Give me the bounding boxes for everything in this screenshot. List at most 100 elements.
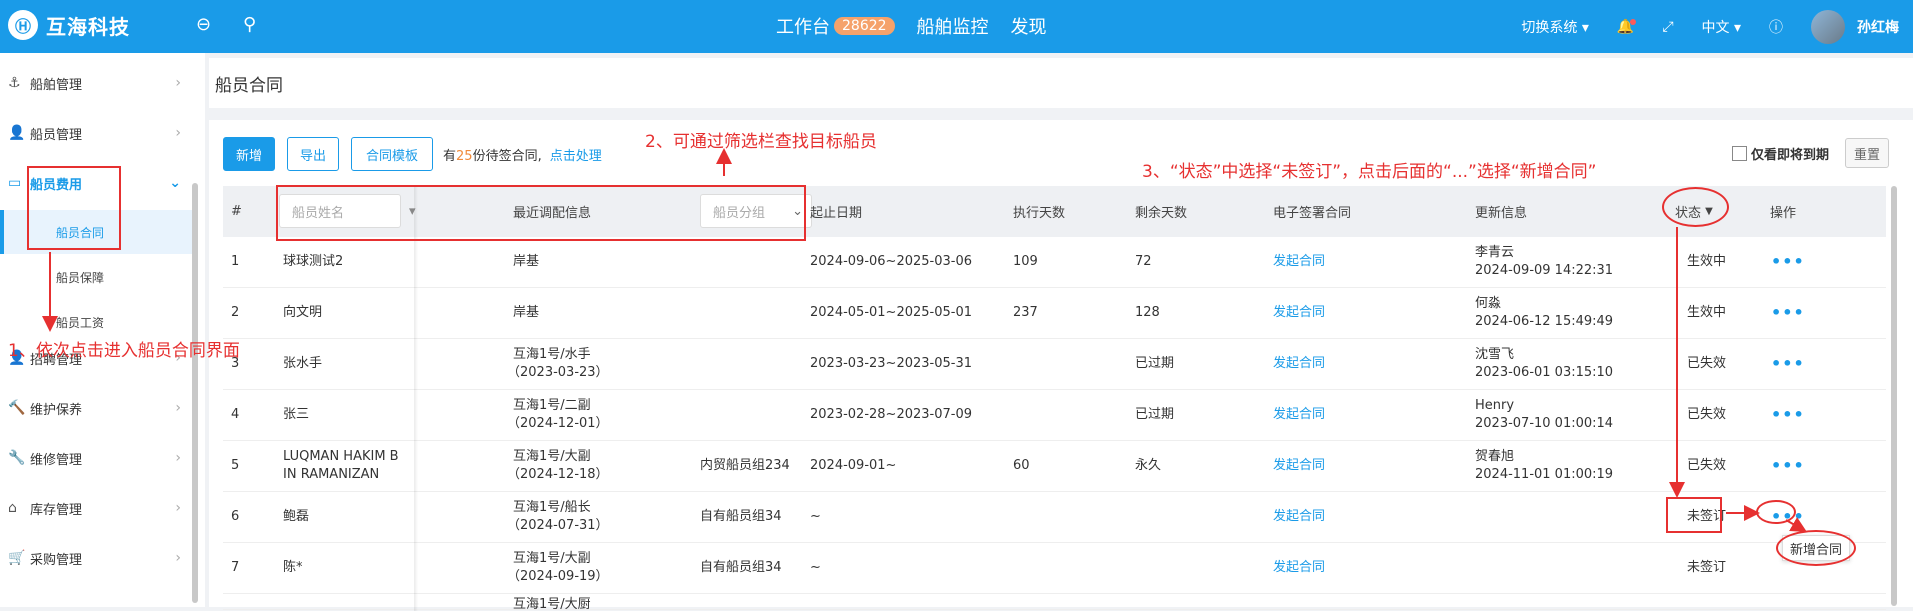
crew-name: 张三: [283, 390, 309, 440]
crew-name-line1: LUQMAN HAKIM B: [283, 449, 399, 465]
contract-period-line1: 2023-02-28~2023-07-09: [810, 407, 972, 423]
logo[interactable]: Ⓗ 互海科技: [8, 10, 130, 40]
sidebar-sub-crew-protection[interactable]: 船员保障: [0, 255, 193, 299]
initiate-contract-link[interactable]: 发起合同: [1273, 288, 1325, 338]
sidebar-item-inventory[interactable]: ⌂ 库存管理 ›: [0, 493, 193, 523]
col-remain-days: 剩余天数: [1135, 206, 1188, 221]
more-actions-icon[interactable]: •••: [1771, 288, 1805, 338]
initiate-contract-link[interactable]: 发起合同: [1273, 390, 1325, 440]
crew-group: 内贸船员组234: [700, 441, 790, 491]
export-button[interactable]: 导出: [287, 137, 339, 171]
pending-count: 25: [456, 149, 473, 164]
crew-name: 鲍磊: [283, 492, 309, 542]
update-info: Henry 2023-07-10 01:00:14: [1475, 390, 1613, 440]
status-text-line1: 未签订: [1687, 560, 1727, 576]
assignment-info-line2: （2024-12-01）: [507, 416, 609, 431]
table-row: 7 陈* 互海1号/大副 （2024-09-19） 自有船员组34 ~ 发起合同 未签订: [223, 543, 1886, 594]
crew-name-line1: 鲍磊: [283, 509, 310, 525]
remain-days: 128: [1135, 288, 1160, 338]
assignment-info-line1: 岸基: [513, 254, 540, 270]
sidebar-item-ship[interactable]: ⚓ 船舶管理 ›: [0, 68, 193, 98]
reset-button[interactable]: 重置: [1845, 138, 1889, 168]
sidebar-item-crew[interactable]: 👤 船员管理 ›: [0, 118, 193, 148]
table-scrollbar[interactable]: [1891, 186, 1897, 606]
bell-icon[interactable]: 🔔: [1617, 18, 1637, 35]
assignment-info-line1: 互海1号/船长: [513, 500, 591, 516]
update-info: 贺春旭 2024-11-01 01:00:19: [1475, 441, 1613, 491]
chevron-right-icon: ›: [175, 125, 181, 141]
sidebar-item-purchase[interactable]: 🛒 采购管理 ›: [0, 543, 193, 573]
table-row: 5 LUQMAN HAKIM B IN RAMANIZAN 互海1号/大副 （2024-…: [223, 441, 1886, 492]
chevron-right-icon: ›: [175, 75, 181, 91]
assignment-info: 互海1号/大副 （2024-12-18）: [507, 441, 609, 491]
sidebar-item-repair[interactable]: 🔧 维修管理 ›: [0, 443, 193, 473]
initiate-contract-link[interactable]: 发起合同: [1273, 543, 1325, 593]
fullscreen-icon[interactable]: ⤢: [1662, 19, 1673, 35]
more-actions-icon-line1: •••: [1771, 456, 1805, 476]
update-info-line2: 2024-09-09 14:22:31: [1475, 263, 1614, 278]
workbench-badge: 28622: [834, 17, 895, 35]
assignment-info-line1: 互海1号/大副: [513, 551, 591, 567]
help-icon[interactable]: ⓘ: [1769, 17, 1783, 37]
initiate-contract-link[interactable]: 发起合同: [1273, 237, 1325, 287]
assignment-info-line2: （2024-12-18）: [507, 467, 609, 482]
row-index-line1: 5: [231, 458, 240, 474]
assignment-info-line2: （2024-07-31）: [507, 518, 609, 533]
contract-template-button[interactable]: 合同模板: [351, 137, 433, 171]
more-actions-icon[interactable]: •••: [1771, 441, 1805, 491]
nav-discover[interactable]: 发现: [1011, 13, 1047, 39]
initiate-contract-link[interactable]: 发起合同: [1273, 441, 1325, 491]
avatar: [1811, 9, 1845, 44]
col-period: 起止日期: [810, 206, 863, 221]
exec-days: 109: [1013, 237, 1038, 287]
update-info-line1: 何淼: [1475, 296, 1502, 312]
sidebar-item-maintenance[interactable]: 🔨 维护保养 ›: [0, 393, 193, 423]
pending-prefix: 有: [443, 149, 457, 164]
contract-period: 2024-09-06~2025-03-06: [810, 237, 972, 287]
crew-name-line1: 球球测试2: [283, 254, 344, 270]
contract-period: 2023-02-28~2023-07-09: [810, 390, 972, 440]
frozen-column-shadow: [414, 186, 418, 611]
crew-name: 陈*: [283, 543, 303, 593]
checkbox-box[interactable]: [1732, 146, 1747, 161]
user-name: 孙红梅: [1857, 19, 1899, 36]
update-info-line2: 2023-07-10 01:00:14: [1475, 416, 1614, 431]
remain-days-line1: 永久: [1135, 458, 1162, 474]
more-actions-icon[interactable]: •••: [1771, 390, 1805, 440]
search-icon[interactable]: ⚲: [243, 14, 256, 35]
remain-days: 永久: [1135, 441, 1161, 491]
remain-days-line1: 已过期: [1135, 356, 1175, 372]
only-expiring-checkbox[interactable]: 仅看即将到期: [1732, 144, 1829, 163]
crew-group: 自有船员组34: [700, 492, 782, 542]
contract-period-line1: ~: [810, 560, 821, 576]
more-actions-icon[interactable]: •••: [1771, 237, 1805, 287]
more-actions-icon[interactable]: •••: [1771, 339, 1805, 389]
initiate-contract-link[interactable]: 发起合同: [1273, 492, 1325, 542]
sidebar-item-label: 船员管理: [30, 127, 83, 143]
crew-name-line1: 向文明: [283, 305, 323, 321]
assignment-info: 岸基: [513, 237, 539, 287]
home-icon: ⌂: [8, 500, 17, 516]
crew-name-line2: IN RAMANIZAN: [283, 467, 380, 482]
back-circle-icon[interactable]: ⊖: [196, 14, 211, 35]
nav-ship-monitor[interactable]: 船舶监控: [917, 13, 989, 39]
initiate-contract-link-line1: 发起合同: [1273, 305, 1326, 321]
process-link[interactable]: 点击处理: [550, 149, 602, 164]
sidebar: ⚓ 船舶管理 › 👤 船员管理 › ▭ 船员费用 ⌄ 船员合同 船员保障 船员工…: [0, 53, 205, 607]
assignment-info-line1: 互海1号/水手: [513, 347, 591, 363]
language-dropdown[interactable]: 中文 ▾: [1702, 17, 1741, 37]
annotation-box-filters: [276, 185, 806, 241]
crew-name: LUQMAN HAKIM B IN RAMANIZAN: [283, 441, 399, 491]
crew-group-line1: 自有船员组34: [700, 509, 782, 525]
switch-system-dropdown[interactable]: 切换系统 ▾: [1521, 17, 1588, 37]
initiate-contract-link[interactable]: 发起合同: [1273, 339, 1325, 389]
sidebar-scrollbar[interactable]: [192, 183, 198, 603]
user-menu[interactable]: 孙红梅: [1811, 9, 1899, 44]
add-button[interactable]: 新增: [223, 137, 275, 171]
chevron-down-icon: ⌄: [169, 175, 181, 191]
contract-period-line1: 2024-09-01~: [810, 458, 897, 474]
nav-workbench[interactable]: 工作台 28622: [776, 13, 895, 39]
col-e-contract: 电子签署合同: [1273, 206, 1352, 221]
more-actions-icon-line1: •••: [1771, 354, 1805, 374]
contract-period: 2023-03-23~2023-05-31: [810, 339, 972, 389]
